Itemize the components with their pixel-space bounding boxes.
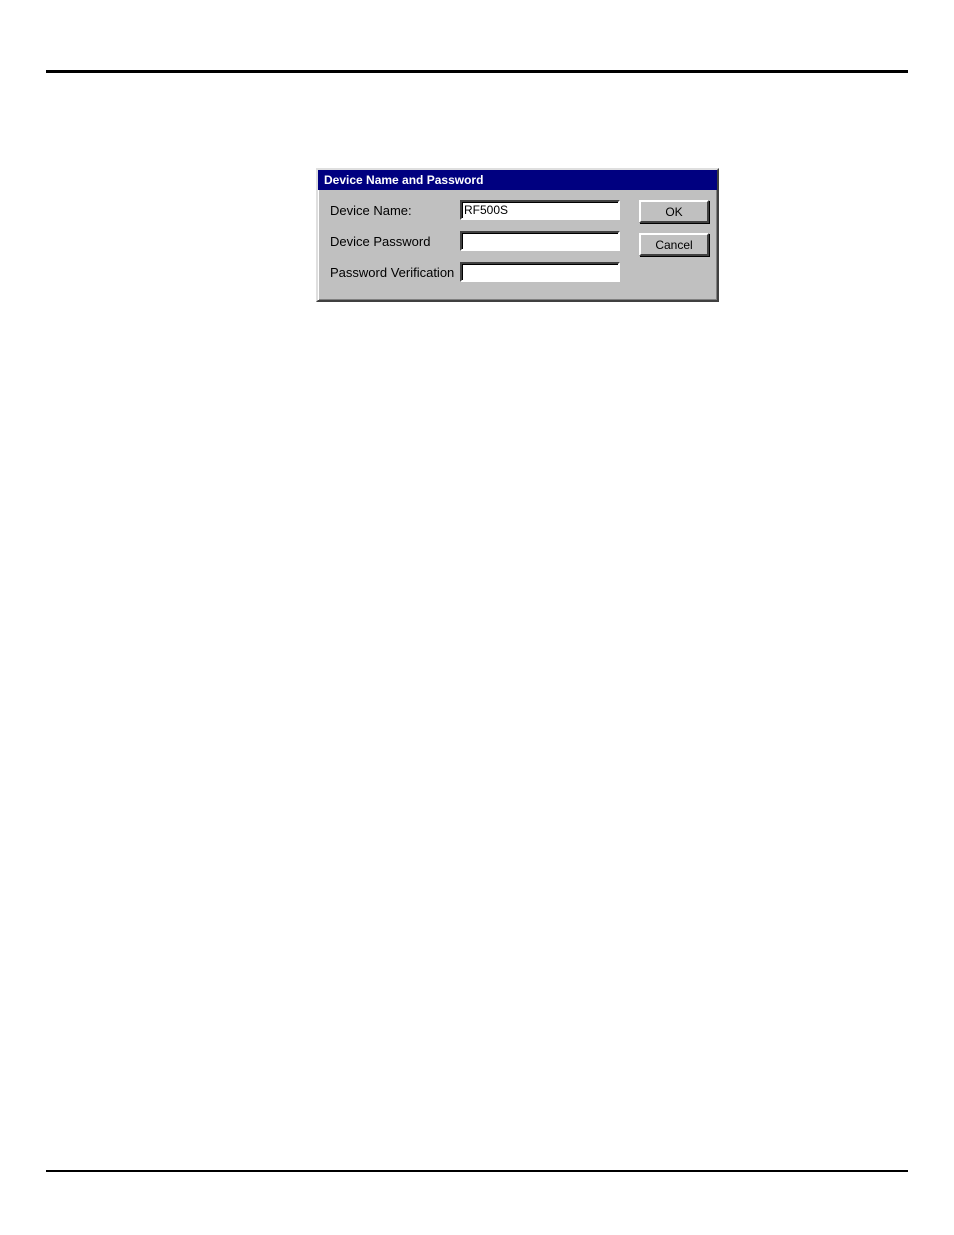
device-password-label: Device Password xyxy=(330,234,460,249)
device-password-input[interactable] xyxy=(460,231,620,251)
top-horizontal-rule xyxy=(46,70,908,73)
ok-button[interactable]: OK xyxy=(639,200,709,223)
dialog-titlebar: Device Name and Password xyxy=(318,170,717,190)
cancel-button[interactable]: Cancel xyxy=(639,233,709,256)
dialog-title: Device Name and Password xyxy=(324,173,483,187)
device-name-password-dialog: Device Name and Password Device Name: De… xyxy=(316,168,719,302)
password-verification-input[interactable] xyxy=(460,262,620,282)
bottom-horizontal-rule xyxy=(46,1170,908,1172)
cancel-button-label: Cancel xyxy=(655,238,692,252)
dialog-content: Device Name: Device Password Password Ve… xyxy=(318,190,717,301)
password-verification-label: Password Verification xyxy=(330,265,460,280)
ok-button-label: OK xyxy=(665,205,682,219)
dialog-button-column: OK Cancel xyxy=(639,200,709,266)
device-name-label: Device Name: xyxy=(330,203,460,218)
device-name-input[interactable] xyxy=(460,200,620,220)
